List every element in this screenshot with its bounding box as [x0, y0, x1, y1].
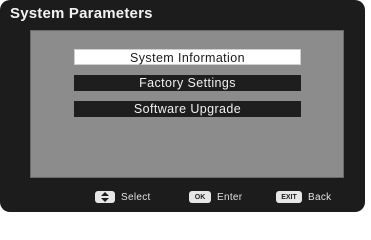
- hint-back: EXIT Back: [276, 190, 331, 204]
- hint-select-label: Select: [121, 191, 151, 203]
- hint-enter-label: Enter: [217, 191, 243, 203]
- ok-key-icon: OK: [189, 191, 211, 203]
- menu-screen: System Parameters System Information Fac…: [0, 0, 365, 212]
- menu-item-system-information[interactable]: System Information: [74, 49, 301, 65]
- menu-list: System Information Factory Settings Soft…: [74, 49, 301, 127]
- exit-key-icon: EXIT: [276, 191, 302, 203]
- hint-select: Select: [95, 190, 151, 204]
- button-hints-bar: Select OK Enter EXIT Back: [0, 188, 365, 208]
- hint-back-label: Back: [308, 191, 332, 203]
- menu-item-software-upgrade[interactable]: Software Upgrade: [74, 101, 301, 117]
- menu-panel: System Information Factory Settings Soft…: [30, 30, 344, 178]
- up-down-arrows-icon: [95, 191, 115, 203]
- hint-enter: OK Enter: [189, 190, 242, 204]
- menu-item-factory-settings[interactable]: Factory Settings: [74, 75, 301, 91]
- up-down-arrows-icon-glyph: [101, 192, 109, 202]
- page-title: System Parameters: [10, 5, 153, 22]
